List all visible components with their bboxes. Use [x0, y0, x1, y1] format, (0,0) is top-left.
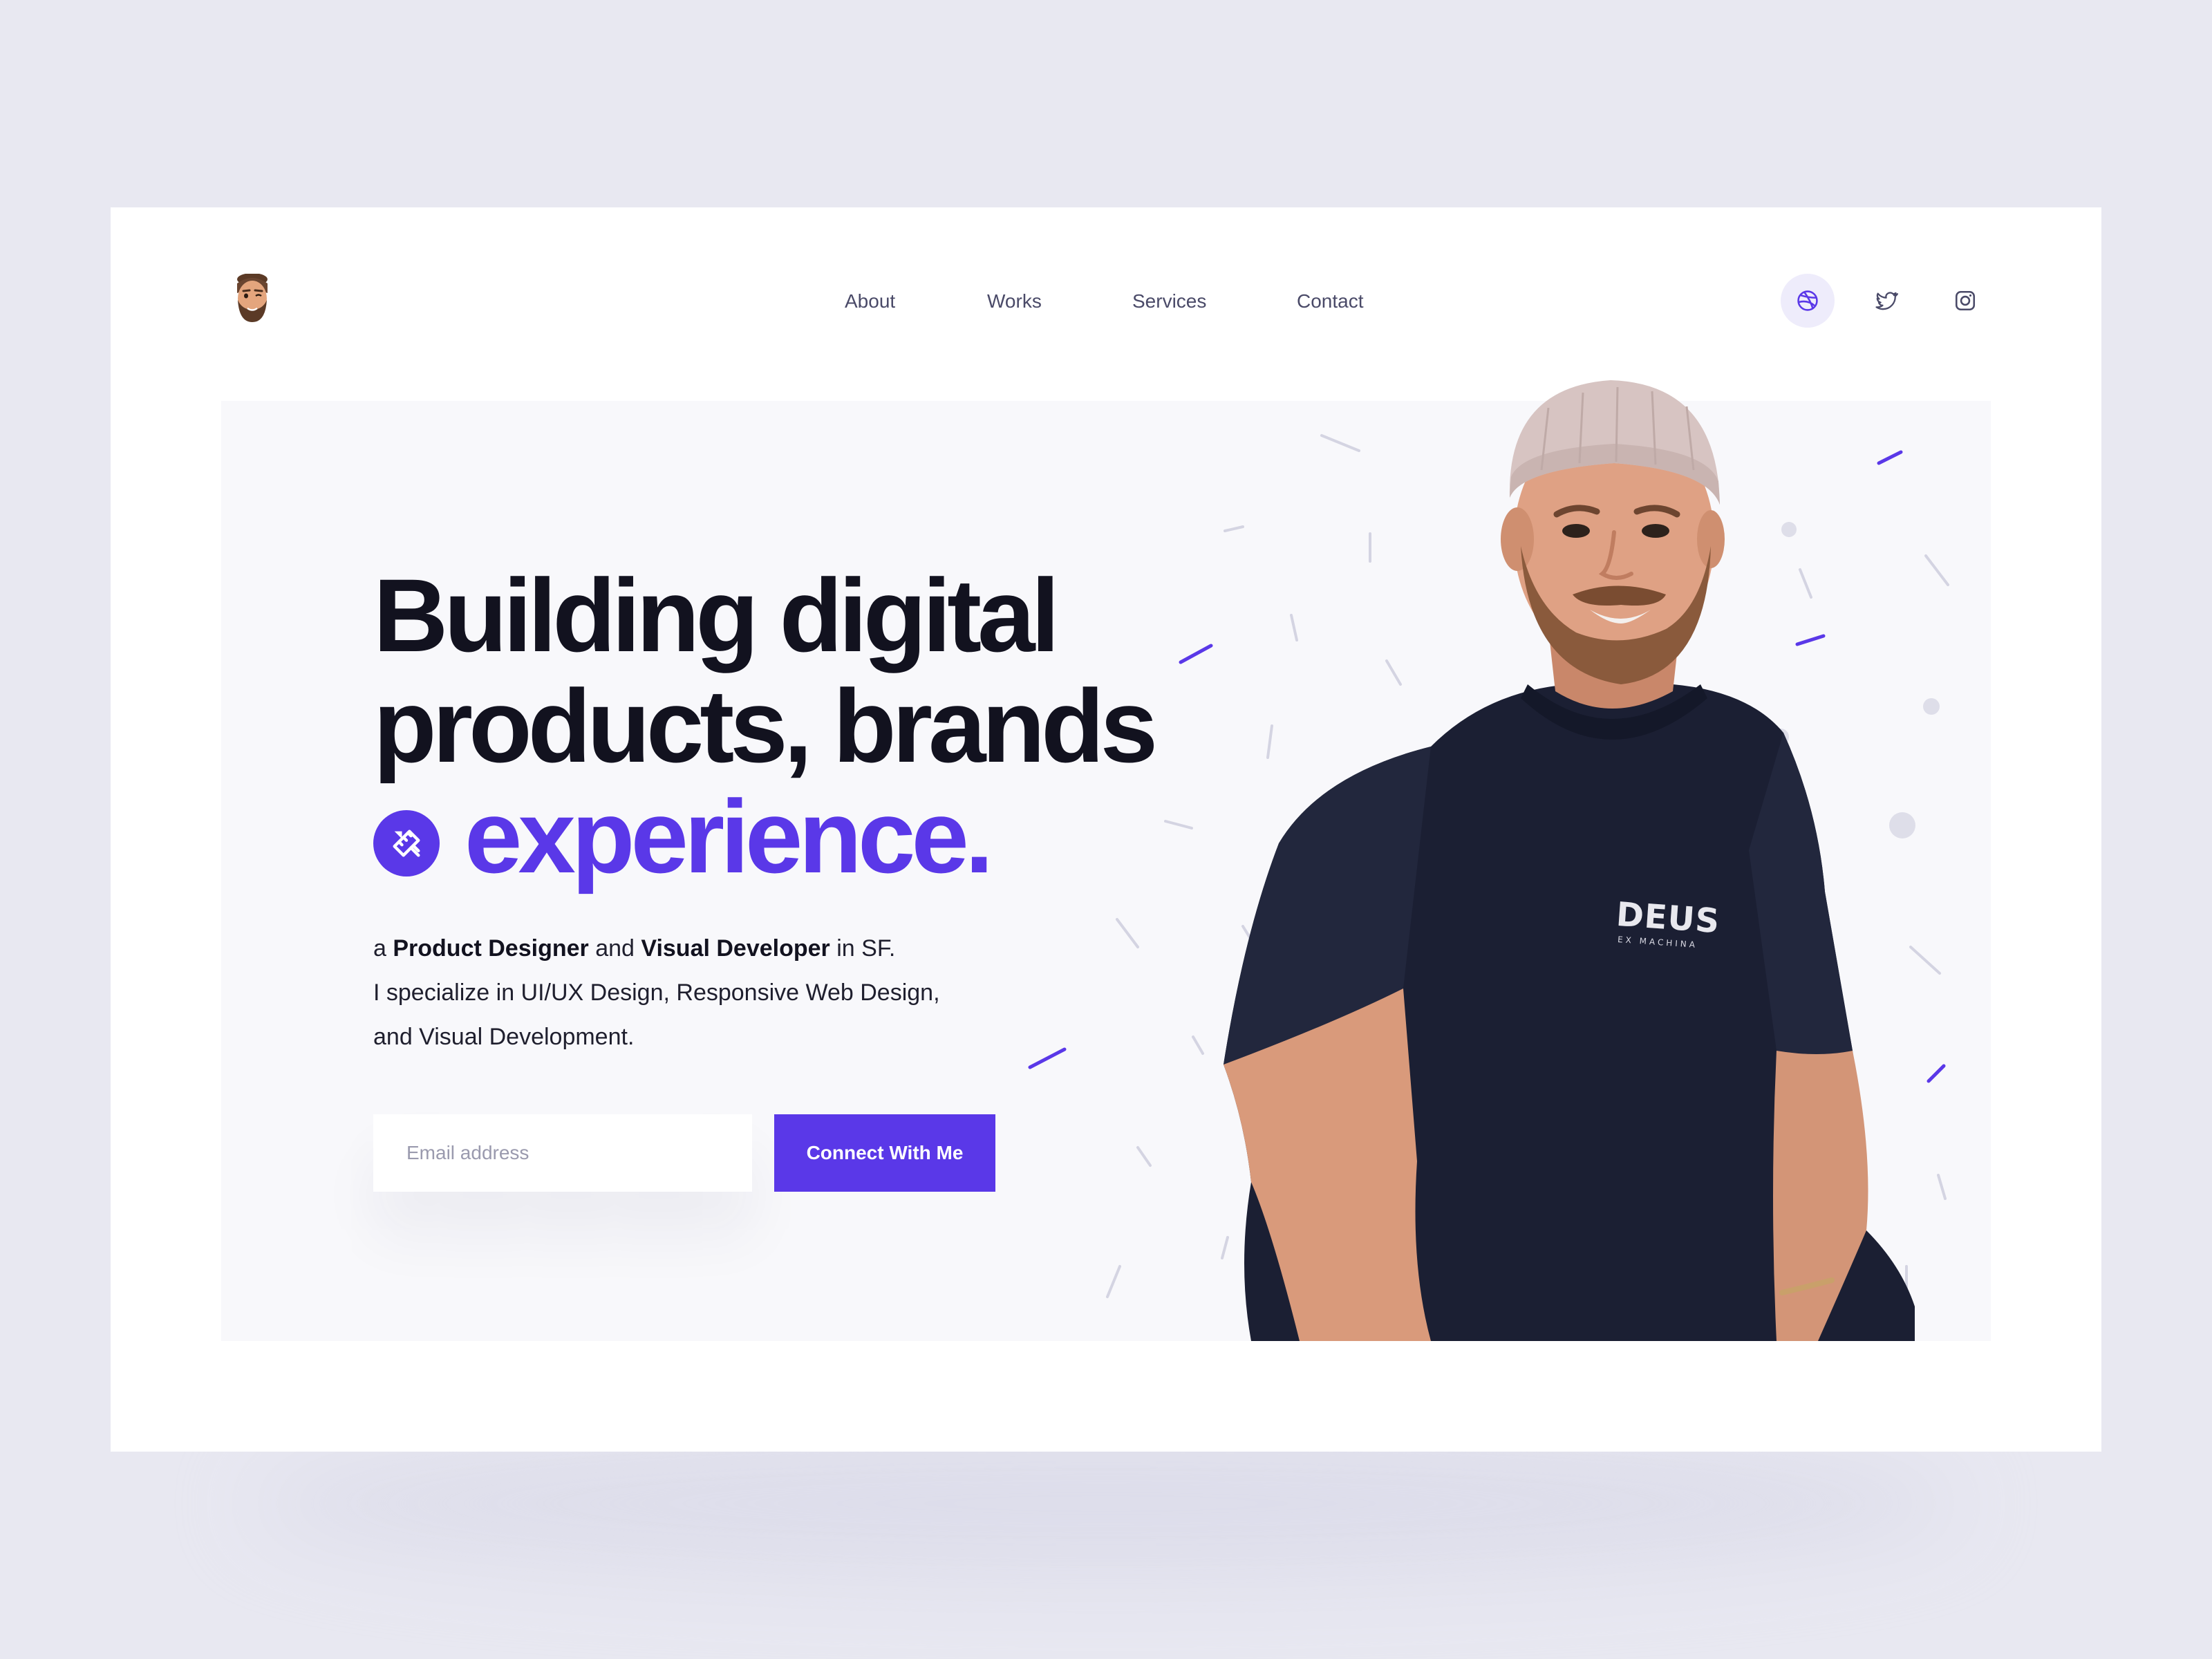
intro-prefix: a	[373, 935, 393, 962]
intro-line-3: and Visual Development.	[373, 1024, 635, 1050]
instagram-button[interactable]	[1938, 274, 1992, 328]
intro-joiner: and	[588, 935, 641, 962]
nav-services-link[interactable]: Services	[1132, 288, 1206, 315]
portrait-photo: DEUS EX MACHINA	[1224, 366, 1915, 1341]
email-input[interactable]	[373, 1114, 752, 1192]
hero-intro: a Product Designer and Visual Developer …	[373, 926, 940, 1059]
connect-button[interactable]: Connect With Me	[774, 1114, 995, 1192]
headline-line-1: Building digital	[373, 557, 1060, 673]
intro-line-2: I specialize in UI/UX Design, Responsive…	[373, 980, 940, 1006]
headline-accent-line: experience.	[373, 781, 1154, 892]
headline-accent-word: experience.	[465, 778, 994, 894]
shirt-print-brand: DEUS	[1615, 894, 1721, 941]
twitter-icon	[1875, 292, 1898, 310]
intro-role-1: Product Designer	[393, 935, 589, 962]
hero-headline: Building digital products, brands experi…	[373, 557, 1158, 892]
instagram-icon	[1955, 290, 1976, 311]
hero-section: Building digital products, brands experi…	[221, 380, 1991, 1341]
nav-works-link[interactable]: Works	[987, 288, 1042, 315]
headline-line-2: products, brands	[373, 668, 1158, 784]
website-card: About Works Services Contact Building di…	[111, 207, 2101, 1452]
intro-role-2: Visual Developer	[641, 935, 830, 962]
dribbble-icon	[1797, 290, 1818, 311]
dribbble-button[interactable]	[1781, 274, 1835, 328]
nav-contact-link[interactable]: Contact	[1297, 288, 1364, 315]
nav-about-link[interactable]: About	[845, 288, 895, 315]
intro-suffix: in SF.	[830, 935, 896, 962]
intro-line-1: a Product Designer and Visual Developer …	[373, 926, 940, 971]
twitter-button[interactable]	[1859, 274, 1913, 328]
pencil-ruler-icon	[373, 810, 440, 877]
